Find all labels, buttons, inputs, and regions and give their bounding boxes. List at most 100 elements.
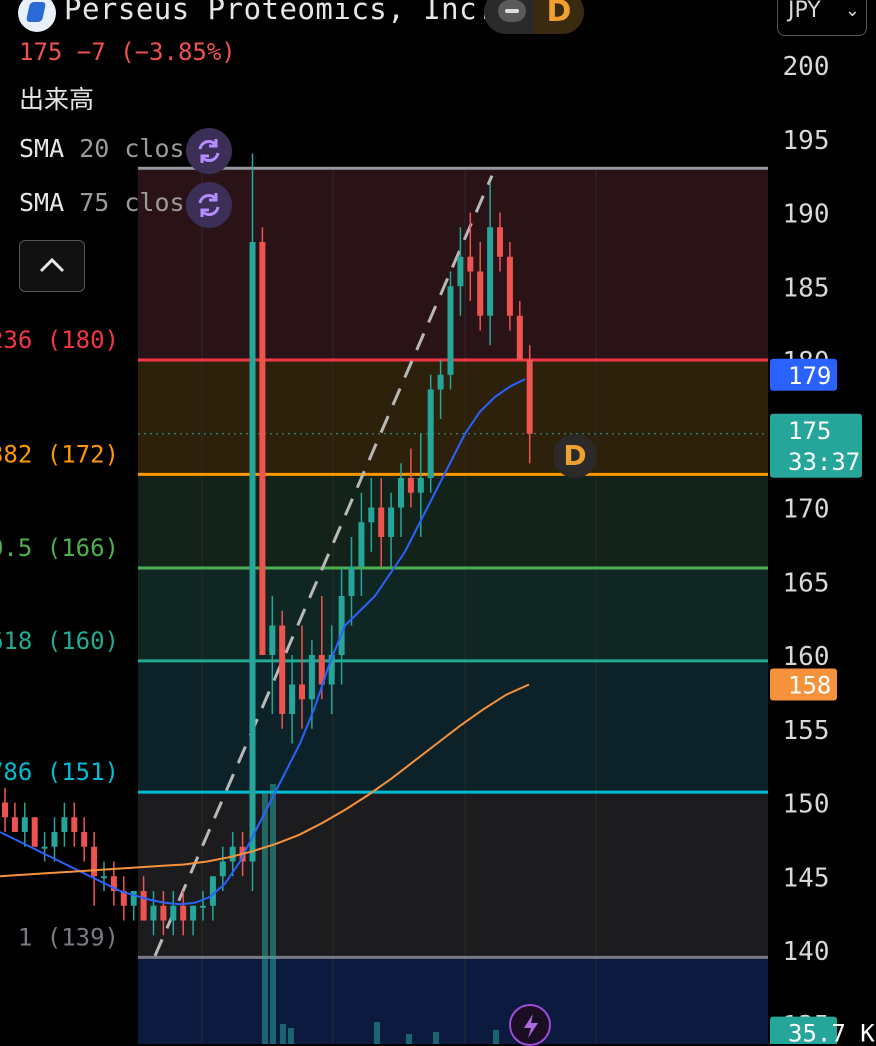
- candle-body: [249, 242, 256, 862]
- y-axis-tick-label: 190: [783, 200, 830, 230]
- candle-body: [140, 891, 147, 921]
- collapse-legend-button[interactable]: [19, 240, 85, 292]
- candle-body: [378, 507, 385, 537]
- fib-level-label: .618 (160): [0, 627, 119, 655]
- candle-body: [487, 227, 494, 316]
- candle-body: [259, 242, 266, 655]
- candle-body: [358, 522, 365, 567]
- candle-body: [209, 876, 216, 906]
- candle-body: [200, 905, 206, 908]
- candle-body: [407, 478, 414, 493]
- sma20-legend[interactable]: SMA 20 close: [19, 134, 200, 163]
- y-axis-tick-label: 155: [783, 716, 830, 746]
- minimize-icon[interactable]: [498, 0, 526, 22]
- candle-body: [447, 286, 454, 375]
- candle-body: [348, 566, 355, 596]
- price-change-readout: 175 −7 (−3.85%): [19, 38, 236, 66]
- candle-body: [388, 507, 395, 537]
- symbol-title[interactable]: Perseus Proteomics, Inc.: [64, 0, 495, 26]
- candle-body: [506, 256, 513, 316]
- refresh-icon[interactable]: [186, 182, 232, 228]
- fib-level-label: .236 (180): [0, 326, 119, 354]
- candle-body: [101, 876, 107, 879]
- fib-zone: [138, 567, 768, 661]
- candle-body: [398, 478, 404, 508]
- volume-bar: [288, 1028, 294, 1044]
- candle-body: [51, 832, 58, 847]
- candle-body: [150, 905, 157, 921]
- volume-bar: [493, 1030, 499, 1044]
- candle-body: [91, 846, 98, 877]
- chevron-down-icon: ⌄: [844, 0, 860, 21]
- candle-body: [31, 817, 38, 847]
- candle-body: [160, 905, 167, 921]
- price-label-text: 35.7 K: [788, 1020, 875, 1044]
- candle-body: [368, 507, 375, 523]
- lightning-icon[interactable]: [509, 1004, 551, 1046]
- y-axis-tick-label: 165: [783, 568, 830, 598]
- candle-body: [477, 271, 484, 316]
- candle-body: [170, 905, 177, 921]
- fib-zone: [138, 957, 768, 1044]
- candle-body: [219, 861, 226, 877]
- sma20-name: SMA: [19, 134, 65, 163]
- volume-bar: [433, 1032, 439, 1044]
- candle-body: [289, 684, 296, 714]
- candle-body: [437, 374, 444, 390]
- y-axis-tick-label: 200: [783, 52, 830, 82]
- volume-bar: [406, 1034, 412, 1044]
- candle-body: [229, 846, 236, 862]
- y-axis-tick-label: 195: [783, 126, 830, 156]
- candle-body: [190, 905, 197, 921]
- y-axis-tick-label: 140: [783, 937, 830, 967]
- dividend-marker[interactable]: D: [553, 434, 597, 478]
- candle-body: [269, 625, 276, 655]
- volume-bar: [262, 794, 268, 1044]
- y-axis-tick-label: 150: [783, 790, 830, 820]
- candle-body: [130, 891, 137, 906]
- candle-body: [308, 655, 315, 700]
- refresh-icon[interactable]: [186, 128, 232, 174]
- candle-body: [71, 817, 78, 832]
- sma75-name: SMA: [19, 188, 65, 217]
- price-label: 158: [770, 668, 837, 701]
- volume-legend[interactable]: 出来高: [19, 80, 94, 116]
- volume-bar: [270, 784, 276, 1044]
- candle-body: [427, 389, 434, 478]
- candle-body: [2, 802, 8, 818]
- fib-level-label: 1 (139): [18, 923, 119, 951]
- candle-body: [526, 360, 533, 434]
- candle-body: [279, 625, 286, 714]
- price-label-text: 179: [788, 362, 831, 390]
- sma75-legend[interactable]: SMA 75 close: [19, 188, 200, 217]
- currency-label: JPY: [788, 0, 821, 23]
- price-label-text: 158: [788, 672, 831, 700]
- price-label-countdown: 33:37: [788, 448, 860, 476]
- y-axis-tick-label: 160: [783, 642, 830, 672]
- candle-body: [41, 846, 48, 849]
- volume-bar: [374, 1022, 380, 1044]
- candle-body: [338, 596, 345, 655]
- price-label: 35.7 K: [770, 1016, 875, 1044]
- y-axis-tick-label: 145: [783, 863, 830, 893]
- currency-selector[interactable]: JPY ⌄: [777, 0, 867, 36]
- fib-zone: [138, 474, 768, 568]
- candle-body: [180, 905, 187, 921]
- sma20-params: 20 close: [79, 134, 200, 163]
- fib-level-label: .382 (172): [0, 440, 119, 468]
- y-axis-tick-label: 170: [783, 495, 830, 525]
- chevron-up-icon: [39, 257, 65, 273]
- candle-body: [81, 832, 88, 847]
- candle-body: [61, 817, 68, 832]
- volume-bar: [280, 1024, 286, 1044]
- fib-level-label: .786 (151): [0, 758, 119, 786]
- fib-zone: [138, 660, 768, 793]
- fib-level-label: 0.5 (166): [0, 534, 119, 562]
- candle-body: [516, 315, 523, 360]
- candle-body: [299, 684, 305, 700]
- y-axis-tick-label: 185: [783, 273, 830, 303]
- candle-body: [457, 256, 464, 287]
- candle-body: [467, 256, 474, 272]
- price-label: 175 33:37: [770, 413, 862, 478]
- candle-body: [11, 817, 18, 832]
